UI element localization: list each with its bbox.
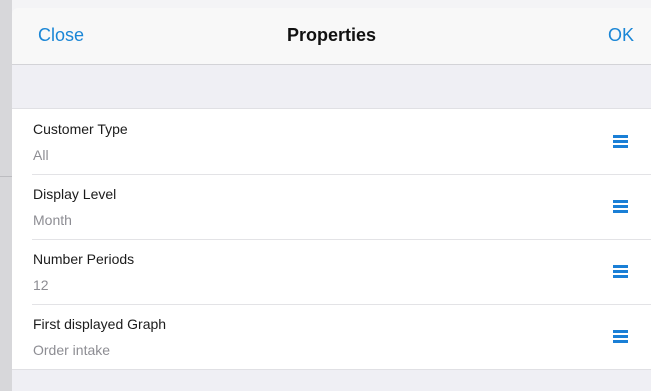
ok-button[interactable]: OK (608, 25, 634, 46)
property-row-customer-type[interactable]: Customer Type All (12, 109, 651, 174)
property-row-display-level[interactable]: Display Level Month (12, 174, 651, 239)
property-value: Month (33, 212, 72, 228)
property-label: Number Periods (33, 251, 135, 267)
background-window-edge (0, 0, 12, 391)
property-value: Order intake (33, 342, 111, 358)
page-title: Properties (286, 25, 377, 45)
property-label: First displayed Graph (33, 316, 167, 332)
property-row-number-periods[interactable]: Number Periods 12 (12, 239, 651, 304)
section-spacer (12, 65, 651, 108)
property-label: Customer Type (33, 121, 128, 137)
navigation-bar: Close Properties OK (12, 8, 651, 65)
property-label: Display Level (33, 186, 117, 202)
list-menu-icon[interactable] (613, 200, 628, 213)
list-menu-icon[interactable] (613, 330, 628, 343)
screen: Close Properties OK Customer Type All Di… (0, 0, 651, 391)
property-value: 12 (33, 277, 49, 293)
properties-list: Customer Type All Display Level Month Nu… (12, 108, 651, 370)
background-divider (0, 176, 12, 177)
property-row-first-displayed-graph[interactable]: First displayed Graph Order intake (12, 304, 651, 369)
list-menu-icon[interactable] (613, 135, 628, 148)
property-value: All (33, 147, 49, 163)
list-menu-icon[interactable] (613, 265, 628, 278)
properties-sheet: Close Properties OK Customer Type All Di… (12, 8, 651, 391)
